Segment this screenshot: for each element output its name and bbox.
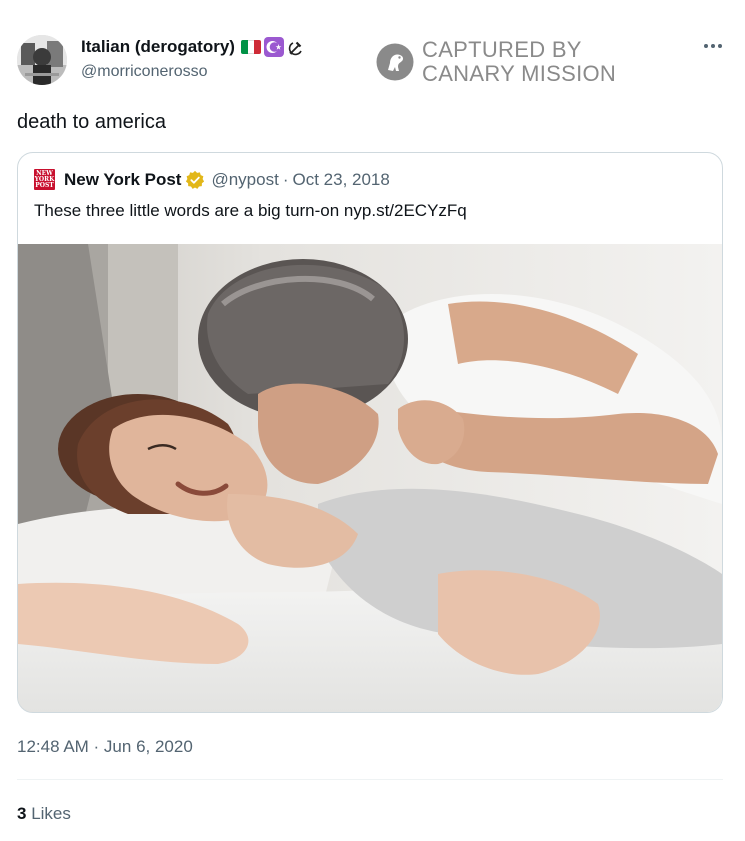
avatar-image [17, 35, 67, 85]
italian-flag-icon [240, 40, 261, 54]
author-avatar[interactable] [17, 35, 67, 85]
tweet-timestamp[interactable]: 12:48 AM · Jun 6, 2020 [17, 737, 193, 757]
quoted-author-name[interactable]: New York Post [64, 170, 181, 190]
tweet-text: death to america [17, 111, 166, 133]
quote-meta-separator: · [282, 169, 289, 189]
canary-mission-watermark: CAPTURED BY CANARY MISSION [376, 38, 632, 86]
author-display-name[interactable]: Italian (derogatory) [81, 37, 305, 57]
verified-badge-icon [186, 170, 205, 189]
new-york-post-logo-icon[interactable]: NEW YORK POST [34, 169, 55, 190]
author-name-text: Italian (derogatory) [81, 37, 235, 56]
quoted-tweet-card[interactable]: NEW YORK POST New York Post @nypost · Oct … [17, 152, 723, 713]
star-and-crescent-icon [263, 37, 284, 57]
quoted-author-handle[interactable]: @nypost [211, 170, 278, 190]
watermark-line-2: CANARY MISSION [422, 61, 617, 86]
quoted-tweet-date[interactable]: Oct 23, 2018 [293, 170, 390, 190]
likes-count: 3 [17, 804, 27, 823]
likes-label: Likes [31, 804, 71, 823]
quoted-tweet-header: NEW YORK POST New York Post @nypost · Oct … [34, 169, 390, 190]
canary-logo-icon [376, 43, 414, 81]
couple-in-bed-photo [18, 244, 722, 712]
quoted-tweet-photo[interactable] [18, 244, 722, 712]
author-handle[interactable]: @morriconerosso [81, 63, 208, 81]
more-options-icon[interactable] [700, 36, 726, 56]
hammer-and-sickle-icon [288, 41, 302, 56]
likes-stat[interactable]: 3 Likes [17, 804, 71, 824]
watermark-line-1: CAPTURED BY [422, 37, 582, 62]
quoted-tweet-text: These three little words are a big turn-… [34, 201, 467, 220]
divider [17, 779, 723, 780]
